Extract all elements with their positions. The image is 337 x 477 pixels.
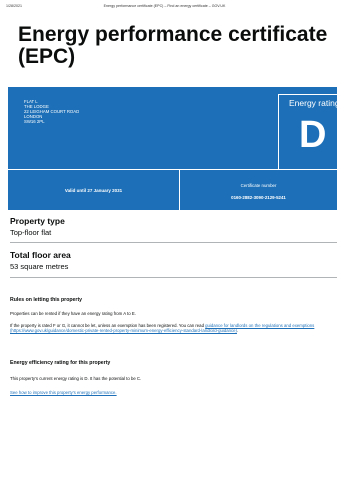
- page-title: Energy performance certificate (EPC): [18, 23, 328, 68]
- property-type-label: Property type: [10, 216, 65, 226]
- energy-rating-box: Energy rating D: [278, 94, 337, 170]
- section-divider: [10, 242, 337, 243]
- certificate-number-label: Certificate number: [240, 183, 277, 188]
- print-page-title: Energy performance certificate (EPC) – F…: [103, 4, 226, 8]
- section-divider: [10, 277, 337, 278]
- letting-rules-exemptions: If the property is rated F or G, it cann…: [10, 323, 337, 333]
- property-address: FLAT L THE LODGE 22 LEIGHAM COURT ROAD L…: [24, 99, 79, 124]
- epc-summary-panel: FLAT L THE LODGE 22 LEIGHAM COURT ROAD L…: [8, 87, 337, 210]
- letting-rules-para: Properties can be rented if they have an…: [10, 311, 136, 316]
- energy-rating-label: Energy rating: [289, 98, 337, 108]
- letting-rules-end: .: [236, 328, 239, 334]
- print-header: 1/28/2021 Energy performance certificate…: [6, 4, 327, 8]
- letting-rules-heading: Rules on letting this property: [10, 297, 83, 303]
- certificate-number: 0160-2882-3090-2129-5241: [231, 195, 286, 200]
- efficiency-heading: Energy efficiency rating for this proper…: [10, 360, 111, 366]
- print-date: 1/28/2021: [6, 4, 22, 8]
- improve-performance-link[interactable]: See how to improve this property's energ…: [10, 390, 117, 395]
- print-header-spacer: [307, 4, 327, 8]
- panel-divider: [179, 169, 180, 210]
- floor-area-value: 53 square metres: [10, 262, 69, 271]
- panel-divider: [8, 169, 337, 170]
- energy-rating-letter: D: [299, 114, 327, 156]
- address-line: SW16 2PL: [24, 119, 45, 124]
- valid-until: Valid until 27 January 2031: [64, 188, 123, 193]
- property-type-value: Top-floor flat: [10, 228, 52, 237]
- efficiency-para: This property's current energy rating is…: [10, 376, 142, 381]
- floor-area-label: Total floor area: [10, 250, 71, 260]
